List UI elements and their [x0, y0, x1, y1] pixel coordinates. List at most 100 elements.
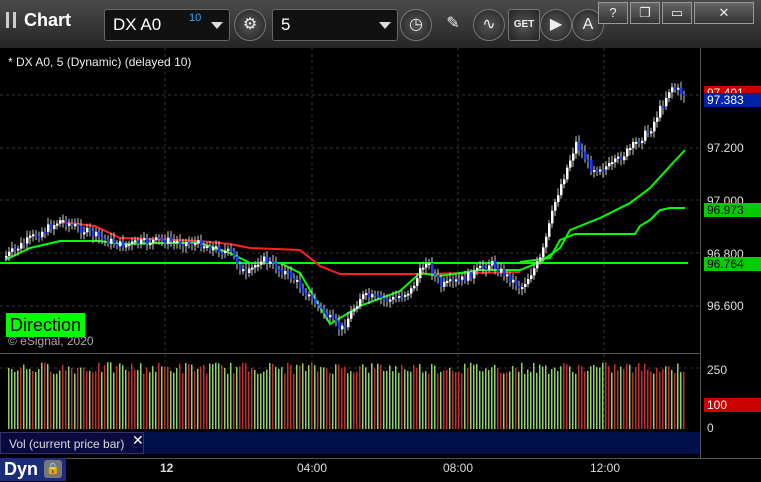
maximize-button[interactable]: ▭ — [662, 2, 692, 24]
candle-body — [245, 269, 248, 274]
volume-bar — [587, 370, 589, 429]
volume-bar — [281, 367, 283, 429]
restore-button[interactable]: ❐ — [630, 2, 660, 24]
volume-bar — [563, 362, 565, 429]
volume-bar — [50, 371, 52, 429]
candle-body — [560, 184, 563, 196]
volume-bar — [671, 369, 673, 429]
volume-bar — [362, 364, 364, 429]
candle-body — [449, 279, 452, 282]
candle-body — [122, 241, 125, 248]
pause-icon[interactable] — [6, 12, 16, 28]
volume-bar — [506, 372, 508, 429]
clock-icon[interactable]: ◷ — [400, 9, 432, 41]
interval-input[interactable]: 5 — [272, 9, 398, 41]
candle-body — [212, 246, 215, 251]
candle-body — [290, 271, 293, 278]
volume-bar — [161, 366, 163, 429]
last-price-tag: 97.383 — [704, 93, 761, 107]
chevron-down-icon[interactable] — [379, 22, 391, 29]
volume-panel-bar — [144, 432, 700, 454]
lock-icon[interactable]: 🔒 — [44, 460, 62, 478]
candle-body — [599, 169, 602, 172]
candle-body — [419, 268, 422, 278]
volume-bar — [188, 364, 190, 429]
volume-bar — [539, 364, 541, 429]
candle-body — [155, 237, 158, 240]
candle-body — [368, 293, 371, 298]
volume-panel[interactable] — [0, 353, 700, 432]
volume-bar — [347, 373, 349, 429]
candle-body — [218, 246, 221, 253]
help-button[interactable]: ? — [598, 2, 628, 24]
volume-bar — [521, 362, 523, 429]
candle-body — [365, 293, 368, 296]
volume-bar — [305, 370, 307, 429]
volume-bar — [626, 364, 628, 429]
trail-green-line — [4, 149, 686, 326]
symbol-input[interactable]: DX A0 10 — [104, 9, 230, 41]
candle-body — [32, 234, 35, 237]
volume-bar — [224, 367, 226, 429]
study-icon[interactable]: ∿ — [473, 9, 505, 41]
play-icon[interactable]: ▶ — [540, 9, 572, 41]
volume-bar — [446, 369, 448, 429]
close-icon[interactable]: ✕ — [132, 432, 144, 449]
pencil-icon[interactable]: ✎ — [438, 9, 468, 39]
volume-bar — [557, 371, 559, 429]
volume-bar — [500, 372, 502, 429]
volume-bar — [233, 373, 235, 429]
get-icon[interactable]: GET — [508, 9, 540, 41]
candle-body — [5, 255, 8, 258]
study-title: * DX A0, 5 (Dynamic) (delayed 10) — [8, 55, 192, 69]
volume-bar — [92, 372, 94, 429]
volume-panel-label: Vol (current price bar) — [0, 432, 144, 454]
close-button[interactable]: ✕ — [694, 2, 754, 24]
volume-bar — [14, 371, 16, 429]
volume-bar — [515, 367, 517, 429]
candle-body — [500, 268, 503, 273]
candle-body — [629, 148, 632, 151]
volume-bar — [488, 370, 490, 429]
candle-body — [470, 272, 473, 279]
candle-body — [233, 251, 236, 257]
candle-body — [473, 270, 476, 279]
volume-bar — [185, 362, 187, 429]
candle-body — [353, 308, 356, 312]
volume-bar — [590, 366, 592, 429]
volume-bar — [26, 369, 28, 429]
candle-body — [683, 94, 686, 97]
candle-body — [455, 279, 458, 282]
candle-body — [446, 280, 449, 283]
candle-body — [536, 261, 539, 269]
volume-bar — [206, 373, 208, 429]
candle-body — [443, 281, 446, 287]
candle-body — [593, 169, 596, 172]
volume-bar — [77, 368, 79, 429]
candle-body — [53, 225, 56, 230]
volume-bar — [431, 364, 433, 429]
time-axis[interactable] — [0, 458, 761, 482]
volume-bar — [251, 367, 253, 429]
volume-bar — [179, 363, 181, 429]
volume-bar — [371, 363, 373, 429]
candle-body — [578, 141, 581, 151]
price-plot[interactable] — [0, 48, 700, 350]
candle-body — [563, 179, 566, 185]
candle-body — [527, 278, 530, 285]
window-title: Chart — [6, 10, 71, 31]
candle-body — [515, 279, 518, 286]
candle-body — [401, 295, 404, 298]
volume-bar — [62, 364, 64, 429]
candle-body — [494, 260, 497, 269]
volume-bar — [143, 373, 145, 429]
volume-bar — [155, 371, 157, 429]
volume-bar — [461, 373, 463, 429]
gear-icon[interactable]: ⚙ — [234, 9, 266, 41]
chevron-down-icon[interactable] — [211, 22, 223, 29]
volume-bar — [422, 372, 424, 429]
candle-body — [20, 243, 23, 249]
candle-body — [287, 271, 290, 274]
candle-body — [170, 237, 173, 241]
volume-bar — [227, 373, 229, 429]
